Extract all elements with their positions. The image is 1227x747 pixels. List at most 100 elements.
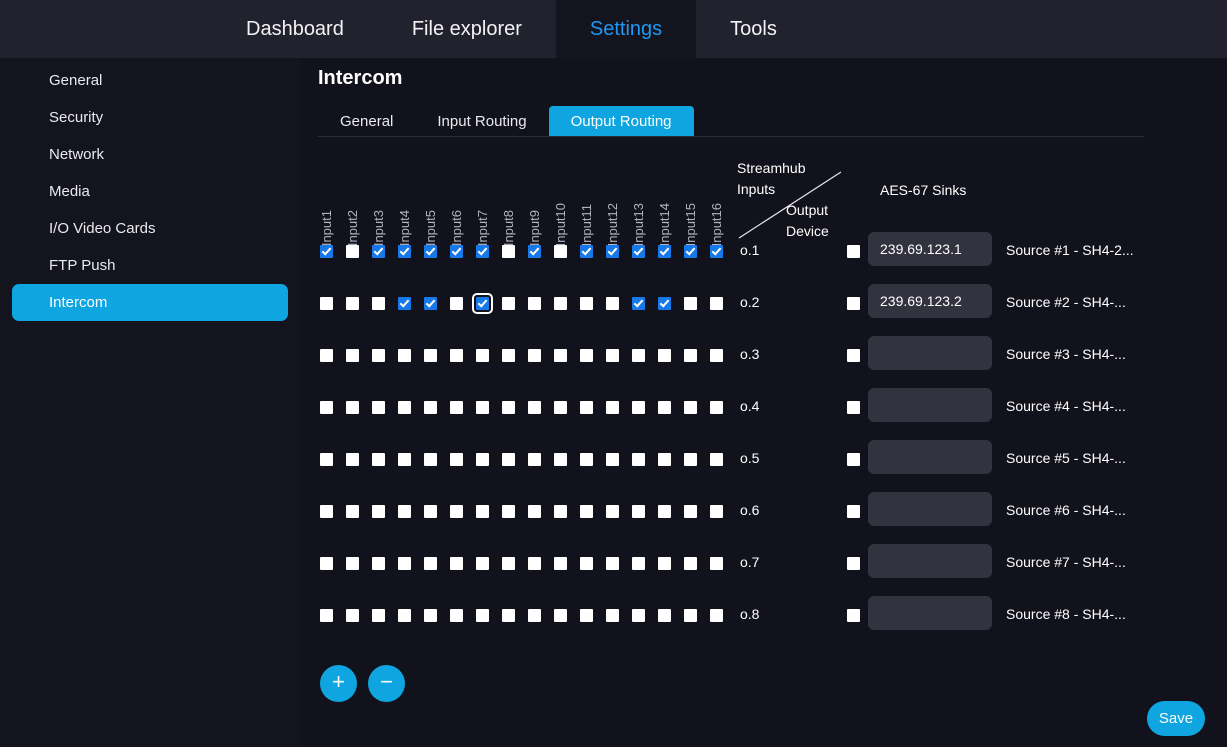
- route-checkbox-o2-in16[interactable]: [710, 297, 723, 310]
- route-checkbox-o6-in7[interactable]: [476, 505, 489, 518]
- route-checkbox-o1-in6[interactable]: [450, 245, 463, 258]
- route-checkbox-o4-in16[interactable]: [710, 401, 723, 414]
- route-checkbox-o4-in14[interactable]: [658, 401, 671, 414]
- route-checkbox-o7-in13[interactable]: [632, 557, 645, 570]
- route-checkbox-o4-in3[interactable]: [372, 401, 385, 414]
- route-checkbox-o7-in8[interactable]: [502, 557, 515, 570]
- aes67-sink-address-input[interactable]: [868, 336, 992, 370]
- route-checkbox-o4-in9[interactable]: [528, 401, 541, 414]
- save-button[interactable]: Save: [1147, 701, 1205, 736]
- sidebar-item-media[interactable]: Media: [12, 173, 288, 210]
- aes67-sink-address-input[interactable]: [868, 492, 992, 526]
- route-checkbox-o7-in15[interactable]: [684, 557, 697, 570]
- route-checkbox-o8-in6[interactable]: [450, 609, 463, 622]
- route-checkbox-o2-in15[interactable]: [684, 297, 697, 310]
- route-checkbox-o6-in10[interactable]: [554, 505, 567, 518]
- route-checkbox-o1-in13[interactable]: [632, 245, 645, 258]
- route-checkbox-o6-in3[interactable]: [372, 505, 385, 518]
- route-checkbox-o2-in2[interactable]: [346, 297, 359, 310]
- topnav-item-settings[interactable]: Settings: [556, 0, 696, 58]
- route-checkbox-o4-in8[interactable]: [502, 401, 515, 414]
- topnav-item-tools[interactable]: Tools: [696, 0, 811, 58]
- topnav-item-file-explorer[interactable]: File explorer: [378, 0, 556, 58]
- route-checkbox-o2-in10[interactable]: [554, 297, 567, 310]
- route-checkbox-o1-in2[interactable]: [346, 245, 359, 258]
- route-checkbox-o2-in6[interactable]: [450, 297, 463, 310]
- route-checkbox-o4-in2[interactable]: [346, 401, 359, 414]
- route-checkbox-o7-in11[interactable]: [580, 557, 593, 570]
- route-checkbox-o4-in7[interactable]: [476, 401, 489, 414]
- aes67-enable-checkbox[interactable]: [847, 297, 860, 310]
- route-checkbox-o2-in14[interactable]: [658, 297, 671, 310]
- route-checkbox-o1-in16[interactable]: [710, 245, 723, 258]
- route-checkbox-o3-in11[interactable]: [580, 349, 593, 362]
- sidebar-item-network[interactable]: Network: [12, 136, 288, 173]
- route-checkbox-o8-in10[interactable]: [554, 609, 567, 622]
- route-checkbox-o4-in6[interactable]: [450, 401, 463, 414]
- route-checkbox-o5-in8[interactable]: [502, 453, 515, 466]
- route-checkbox-o3-in7[interactable]: [476, 349, 489, 362]
- topnav-item-dashboard[interactable]: Dashboard: [212, 0, 378, 58]
- route-checkbox-o6-in12[interactable]: [606, 505, 619, 518]
- route-checkbox-o3-in9[interactable]: [528, 349, 541, 362]
- route-checkbox-o6-in6[interactable]: [450, 505, 463, 518]
- sidebar-item-ftp-push[interactable]: FTP Push: [12, 247, 288, 284]
- route-checkbox-o5-in12[interactable]: [606, 453, 619, 466]
- route-checkbox-o4-in1[interactable]: [320, 401, 333, 414]
- route-checkbox-o5-in5[interactable]: [424, 453, 437, 466]
- route-checkbox-o8-in8[interactable]: [502, 609, 515, 622]
- aes67-enable-checkbox[interactable]: [847, 453, 860, 466]
- route-checkbox-o4-in15[interactable]: [684, 401, 697, 414]
- aes67-sink-address-input[interactable]: [868, 440, 992, 474]
- route-checkbox-o1-in14[interactable]: [658, 245, 671, 258]
- route-checkbox-o7-in1[interactable]: [320, 557, 333, 570]
- aes67-enable-checkbox[interactable]: [847, 505, 860, 518]
- aes67-enable-checkbox[interactable]: [847, 401, 860, 414]
- route-checkbox-o6-in13[interactable]: [632, 505, 645, 518]
- route-checkbox-o2-in1[interactable]: [320, 297, 333, 310]
- route-checkbox-o8-in5[interactable]: [424, 609, 437, 622]
- route-checkbox-o1-in10[interactable]: [554, 245, 567, 258]
- route-checkbox-o3-in6[interactable]: [450, 349, 463, 362]
- route-checkbox-o7-in9[interactable]: [528, 557, 541, 570]
- route-checkbox-o3-in2[interactable]: [346, 349, 359, 362]
- sidebar-item-intercom[interactable]: Intercom: [12, 284, 288, 321]
- aes67-enable-checkbox[interactable]: [847, 609, 860, 622]
- route-checkbox-o8-in15[interactable]: [684, 609, 697, 622]
- route-checkbox-o5-in4[interactable]: [398, 453, 411, 466]
- route-checkbox-o1-in1[interactable]: [320, 245, 333, 258]
- route-checkbox-o8-in16[interactable]: [710, 609, 723, 622]
- route-checkbox-o8-in9[interactable]: [528, 609, 541, 622]
- route-checkbox-o2-in8[interactable]: [502, 297, 515, 310]
- route-checkbox-o1-in3[interactable]: [372, 245, 385, 258]
- route-checkbox-o8-in1[interactable]: [320, 609, 333, 622]
- sidebar-item-i-o-video-cards[interactable]: I/O Video Cards: [12, 210, 288, 247]
- aes67-sink-address-input[interactable]: [868, 284, 992, 318]
- route-checkbox-o6-in2[interactable]: [346, 505, 359, 518]
- route-checkbox-o6-in15[interactable]: [684, 505, 697, 518]
- route-checkbox-o3-in14[interactable]: [658, 349, 671, 362]
- route-checkbox-o2-in7[interactable]: [476, 297, 489, 310]
- route-checkbox-o4-in13[interactable]: [632, 401, 645, 414]
- route-checkbox-o3-in13[interactable]: [632, 349, 645, 362]
- route-checkbox-o5-in9[interactable]: [528, 453, 541, 466]
- route-checkbox-o6-in9[interactable]: [528, 505, 541, 518]
- aes67-sink-address-input[interactable]: [868, 232, 992, 266]
- route-checkbox-o7-in14[interactable]: [658, 557, 671, 570]
- route-checkbox-o7-in12[interactable]: [606, 557, 619, 570]
- route-checkbox-o6-in8[interactable]: [502, 505, 515, 518]
- route-checkbox-o4-in11[interactable]: [580, 401, 593, 414]
- add-row-button[interactable]: +: [320, 665, 357, 702]
- route-checkbox-o5-in7[interactable]: [476, 453, 489, 466]
- route-checkbox-o3-in12[interactable]: [606, 349, 619, 362]
- route-checkbox-o7-in10[interactable]: [554, 557, 567, 570]
- route-checkbox-o6-in4[interactable]: [398, 505, 411, 518]
- route-checkbox-o8-in4[interactable]: [398, 609, 411, 622]
- route-checkbox-o4-in4[interactable]: [398, 401, 411, 414]
- route-checkbox-o3-in1[interactable]: [320, 349, 333, 362]
- route-checkbox-o1-in8[interactable]: [502, 245, 515, 258]
- route-checkbox-o6-in1[interactable]: [320, 505, 333, 518]
- route-checkbox-o7-in2[interactable]: [346, 557, 359, 570]
- route-checkbox-o8-in3[interactable]: [372, 609, 385, 622]
- route-checkbox-o7-in6[interactable]: [450, 557, 463, 570]
